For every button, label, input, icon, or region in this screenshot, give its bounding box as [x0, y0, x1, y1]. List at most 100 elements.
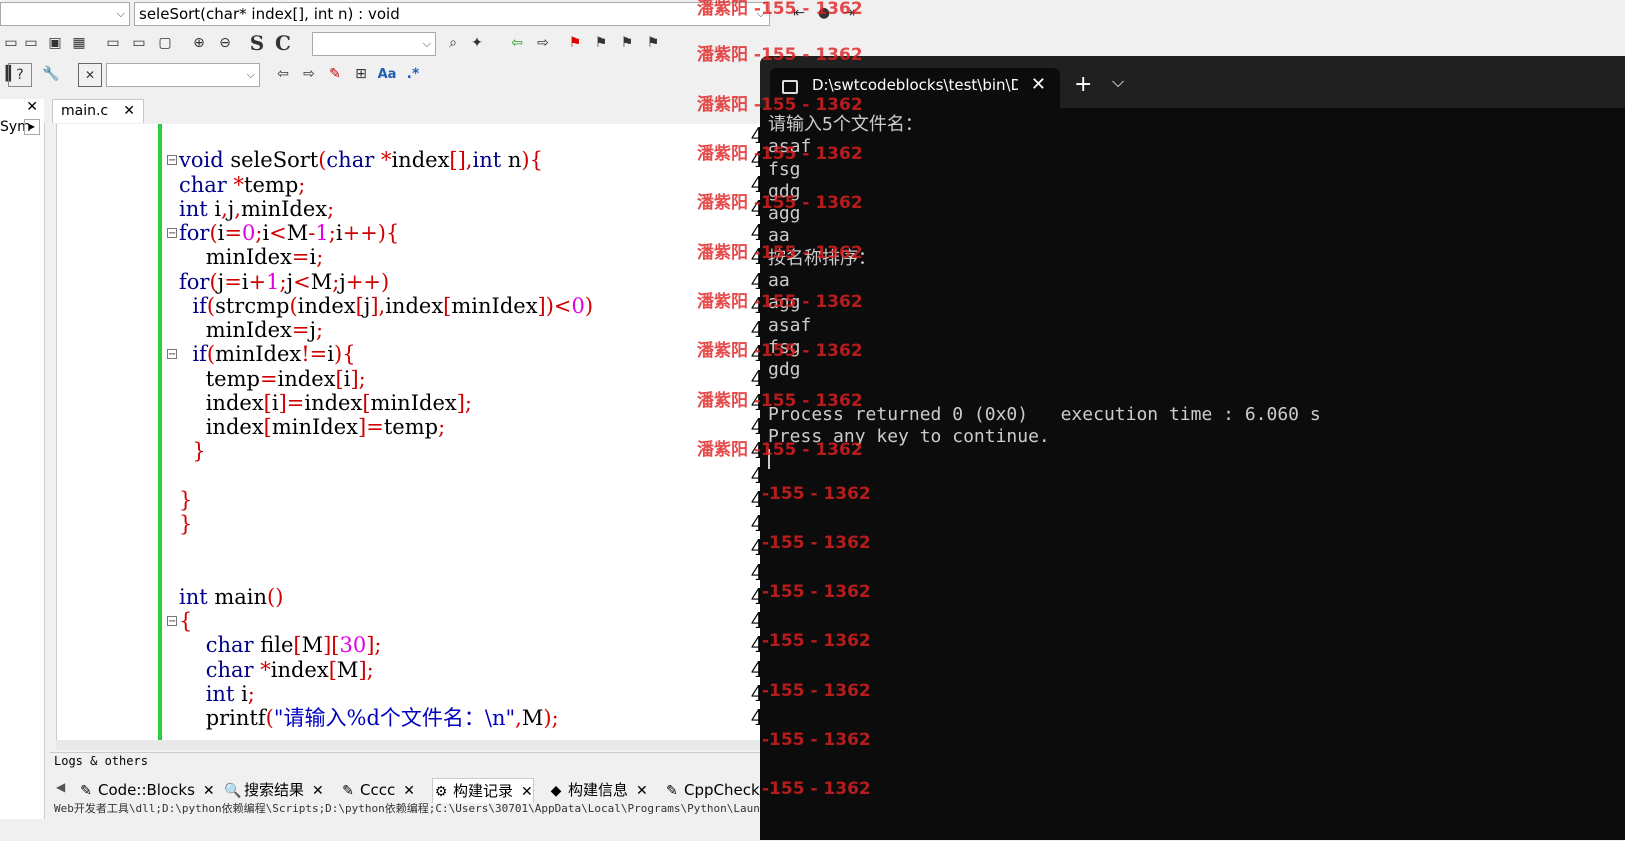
block-comment-icon[interactable]: ▭ — [0, 32, 22, 54]
fold-toggle-icon[interactable]: − — [167, 155, 177, 166]
box-comment-icon[interactable]: ▭ — [128, 32, 150, 54]
new-tab-icon[interactable]: + — [1074, 72, 1092, 97]
code-line[interactable]: 497 char *index[M]; — [57, 658, 791, 682]
chevron-down-icon[interactable]: ⌵ — [1112, 72, 1124, 92]
code-line[interactable]: 481for(j=i+1;j<M;j++) — [57, 270, 791, 294]
code-line[interactable]: 493 — [57, 561, 791, 585]
terminal-output: 请输入5个文件名： asaf fsg gdg agg aa 按名称排序： aa agg asaf f… — [768, 114, 1625, 471]
fold-toggle-icon[interactable]: − — [167, 228, 177, 239]
scroll-left-icon[interactable]: ◀ — [56, 780, 65, 794]
tab-icon: ✎ — [666, 783, 678, 799]
close-icon[interactable]: ✕ — [203, 783, 215, 799]
target-combo[interactable]: ⌵ — [106, 63, 260, 87]
close-icon[interactable]: ✕ — [403, 783, 415, 799]
regex-icon[interactable]: .* — [402, 63, 424, 85]
code-line[interactable]: 485 temp=index[i]; — [57, 367, 791, 391]
code-line[interactable]: 489 — [57, 464, 791, 488]
logs-tab[interactable]: 🔍 搜索结果 ✕ — [224, 778, 324, 802]
code-line[interactable]: 487 index[minIdex]=temp; — [57, 415, 791, 439]
close-icon[interactable]: ✕ — [26, 99, 38, 115]
toggle-comment-icon[interactable]: ▦ — [68, 32, 90, 54]
bookmark-flag-icon[interactable]: ⚑ — [564, 32, 586, 54]
logs-tab-label: 构建信息 — [568, 781, 629, 799]
code-line[interactable]: 492 — [57, 536, 791, 560]
code-text: minIdex=i; — [179, 245, 324, 270]
help-icon[interactable]: ? — [8, 63, 32, 87]
find-icon[interactable]: ⌕ — [442, 32, 464, 54]
function-combo[interactable]: seleSort(char* index[], int n) : void ⌵ — [134, 2, 770, 26]
code-line[interactable]: 494int main() — [57, 585, 791, 609]
code-text: for(j=i+1;j<M;j++) — [179, 269, 390, 294]
code-line[interactable]: 478int i,j,minIdex; — [57, 197, 791, 221]
arrow-left-icon[interactable]: ⇦ — [506, 32, 528, 54]
code-line[interactable]: 486 index[i]=index[minIdex]; — [57, 391, 791, 415]
close-icon[interactable]: ✕ — [521, 784, 533, 800]
watermark-text: 潘紫阳 -155 - 1362 — [697, 144, 863, 164]
code-text: char file[M][30]; — [205, 633, 382, 658]
close-icon[interactable]: ✕ — [312, 783, 324, 799]
fold-toggle-icon[interactable]: − — [167, 616, 177, 627]
tab-icon: ⚙ — [434, 784, 448, 800]
clear-bookmarks-icon[interactable]: ⚑ — [642, 32, 664, 54]
wrench-icon[interactable]: ✦ — [466, 32, 488, 54]
arrow-left-icon[interactable]: ⇦ — [272, 63, 294, 85]
uncomment-icon[interactable]: ▣ — [44, 32, 66, 54]
close-icon[interactable]: ✕ — [123, 100, 135, 122]
chevron-down-icon: ⌵ — [246, 68, 255, 81]
arrow-right-icon[interactable]: ⇨ — [532, 32, 554, 54]
scope-combo[interactable]: ⌵ — [0, 2, 130, 26]
code-line[interactable]: 476void seleSort(char *index[],int n){− — [57, 148, 791, 172]
close-icon[interactable]: ✕ — [1031, 74, 1046, 95]
zoom-in-icon[interactable]: ⊕ — [188, 32, 210, 54]
code-line[interactable]: 491} — [57, 512, 791, 536]
code-line[interactable]: 484 if(minIdex!=i){− — [57, 342, 791, 366]
tab-main-c[interactable]: main.c ✕ — [52, 99, 144, 123]
logs-tab[interactable]: ⚙ 构建记录 ✕ — [432, 778, 534, 803]
close-icon[interactable]: ✕ — [636, 783, 648, 799]
s-icon[interactable]: S — [246, 31, 268, 55]
code-line[interactable]: 480 minIdex=i; — [57, 245, 791, 269]
line-comment-icon[interactable]: ▭ — [20, 32, 42, 54]
highlight-icon[interactable]: ✎ — [324, 63, 346, 85]
clear-icon[interactable]: ✕ — [78, 63, 102, 87]
logs-tab-label: Code::Blocks — [98, 781, 195, 799]
code-line[interactable]: 483 minIdex=j; — [57, 318, 791, 342]
match-case-icon[interactable]: Aa — [376, 63, 398, 85]
horizontal-scrollbar[interactable] — [56, 740, 790, 750]
selection-icon[interactable]: ⊞ — [350, 63, 372, 85]
code-editor[interactable]: 475476void seleSort(char *index[],int n)… — [56, 124, 791, 740]
code-line[interactable]: 488 } — [57, 439, 791, 463]
code-line[interactable]: 482 if(strcmp(index[j],index[minIdex])<0… — [57, 294, 791, 318]
code-text: int i,j,minIdex; — [179, 196, 335, 221]
logs-tab[interactable]: ◆ 构建信息 ✕ — [548, 778, 648, 802]
arrow-right-icon[interactable]: ⇨ — [298, 63, 320, 85]
code-line[interactable]: 498 int i; — [57, 682, 791, 706]
chevron-right-icon[interactable]: ▶ — [24, 119, 40, 135]
stream-comment-icon[interactable]: ▭ — [102, 32, 124, 54]
code-line[interactable]: 499 printf("请输入%d个文件名：\n",M); — [57, 706, 791, 730]
code-line[interactable]: 490} — [57, 488, 791, 512]
code-line[interactable]: 496 char file[M][30]; — [57, 633, 791, 657]
logs-tab[interactable]: ✎ Cccc ✕ — [340, 778, 415, 802]
code-text: if(strcmp(index[j],index[minIdex])<0) — [192, 293, 594, 318]
terminal-line: 按名称排序： — [768, 247, 876, 269]
watermark-text: -155 - 1362 — [762, 681, 871, 701]
terminal-window[interactable]: D:\swtcodeblocks\test\bin\Debug\test.exe… — [760, 56, 1625, 840]
prev-bookmark-icon[interactable]: ⚑ — [590, 32, 612, 54]
code-line[interactable]: 475 — [57, 124, 791, 148]
code-text: int main() — [179, 584, 284, 609]
fold-toggle-icon[interactable]: − — [167, 349, 177, 360]
next-bookmark-icon[interactable]: ⚑ — [616, 32, 638, 54]
logs-tab[interactable]: ✎ Code::Blocks ✕ — [78, 778, 215, 802]
code-line[interactable]: 495{− — [57, 609, 791, 633]
code-line[interactable]: 479for(i=0;i<M-1;i++){− — [57, 221, 791, 245]
rounded-box-icon[interactable]: ▢ — [154, 32, 176, 54]
tools-icon[interactable]: 🔧 — [40, 63, 62, 85]
terminal-line: Press any key to continue. — [768, 426, 1050, 448]
search-combo[interactable]: ⌵ — [312, 32, 436, 56]
code-text: } — [192, 439, 206, 464]
code-line[interactable]: 477char *temp; — [57, 173, 791, 197]
zoom-out-icon[interactable]: ⊖ — [214, 32, 236, 54]
c-icon[interactable]: C — [272, 31, 294, 55]
terminal-line: gdg — [768, 359, 801, 381]
